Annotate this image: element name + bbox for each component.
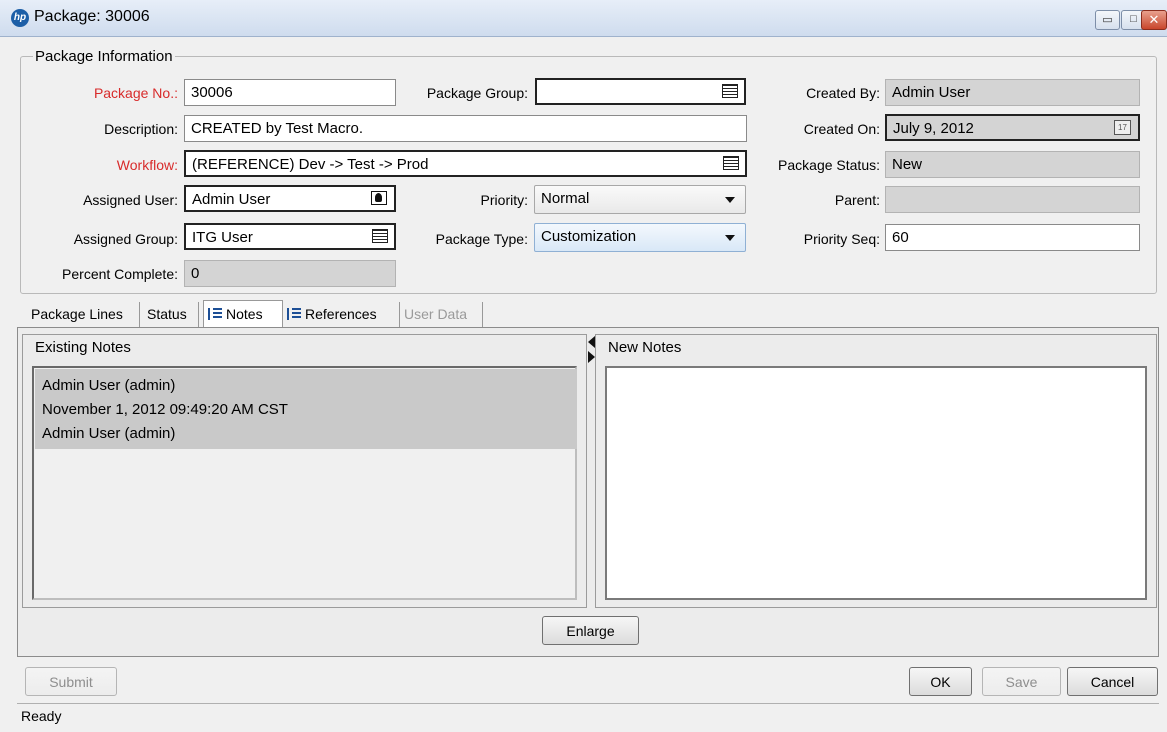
- package-status-field: New: [885, 151, 1140, 178]
- notes-icon: [208, 308, 222, 320]
- minimize-icon: ▭: [1102, 14, 1113, 26]
- note-timestamp: November 1, 2012 09:49:20 AM CST: [42, 401, 288, 418]
- tab-package-lines[interactable]: Package Lines: [31, 302, 140, 328]
- description-field[interactable]: CREATED by Test Macro.: [184, 115, 747, 142]
- note-entry[interactable]: Admin User (admin) November 1, 2012 09:4…: [35, 369, 577, 449]
- close-icon: ✕: [1148, 12, 1160, 27]
- note-body: Admin User (admin): [42, 425, 176, 442]
- note-author: Admin User (admin): [42, 377, 176, 394]
- parent-field: [885, 186, 1140, 213]
- description-label: Description:: [104, 121, 178, 137]
- new-notes-pane: New Notes: [595, 334, 1157, 608]
- new-notes-textarea[interactable]: [605, 366, 1147, 600]
- created-by-field: Admin User: [885, 79, 1140, 106]
- collapse-right-icon[interactable]: [588, 351, 595, 363]
- ok-button[interactable]: OK: [909, 667, 972, 696]
- priority-label: Priority:: [480, 192, 528, 208]
- tab-user-data: User Data: [404, 302, 483, 328]
- assigned-user-field[interactable]: Admin User: [184, 185, 396, 212]
- created-by-label: Created By:: [806, 85, 880, 101]
- parent-label: Parent:: [834, 192, 880, 208]
- package-window: hp Package: 30006 ▭ □ ✕ Package Informat…: [0, 0, 1167, 732]
- created-on-value: July 9, 2012: [893, 120, 974, 137]
- workflow-label: Workflow:: [116, 157, 178, 173]
- package-status-label: Package Status:: [778, 157, 880, 173]
- priority-seq-field[interactable]: 60: [885, 224, 1140, 251]
- tab-references[interactable]: References: [287, 302, 400, 328]
- existing-notes-title: Existing Notes: [35, 339, 131, 356]
- priority-seq-label: Priority Seq:: [803, 231, 880, 247]
- references-icon: [287, 308, 301, 320]
- workflow-value: (REFERENCE) Dev -> Test -> Prod: [192, 156, 429, 173]
- save-button[interactable]: Save: [982, 667, 1061, 696]
- package-group-field[interactable]: [535, 78, 746, 105]
- created-on-field: July 9, 2012 17: [885, 114, 1140, 141]
- calendar-icon[interactable]: 17: [1114, 120, 1131, 135]
- chevron-down-icon: [725, 197, 735, 203]
- tab-notes[interactable]: Notes: [203, 300, 283, 330]
- assigned-group-label: Assigned Group:: [73, 231, 178, 247]
- enlarge-button[interactable]: Enlarge: [542, 616, 639, 645]
- workflow-field[interactable]: (REFERENCE) Dev -> Test -> Prod: [184, 150, 747, 177]
- status-separator: [17, 703, 1159, 704]
- user-picker-icon[interactable]: [371, 191, 387, 205]
- tab-notes-label: Notes: [226, 306, 263, 322]
- package-no-field[interactable]: 30006: [184, 79, 396, 106]
- chevron-down-icon: [725, 235, 735, 241]
- priority-select[interactable]: Normal: [534, 185, 746, 214]
- collapse-left-icon[interactable]: [588, 336, 595, 348]
- package-no-label: Package No.:: [93, 85, 178, 101]
- submit-button[interactable]: Submit: [25, 667, 117, 696]
- created-on-label: Created On:: [803, 121, 880, 137]
- app-logo-icon: hp: [11, 9, 29, 27]
- assigned-user-value: Admin User: [192, 191, 271, 208]
- window-title: Package: 30006: [34, 8, 150, 25]
- title-bar: hp Package: 30006 ▭ □ ✕: [0, 0, 1167, 37]
- status-text: Ready: [21, 708, 62, 724]
- new-notes-title: New Notes: [608, 339, 682, 356]
- package-group-label: Package Group:: [426, 85, 528, 101]
- existing-notes-pane: Existing Notes Admin User (admin) Novemb…: [22, 334, 587, 608]
- cancel-button[interactable]: Cancel: [1067, 667, 1158, 696]
- package-type-select[interactable]: Customization: [534, 223, 746, 252]
- package-type-label: Package Type:: [435, 231, 528, 247]
- existing-notes-list[interactable]: Admin User (admin) November 1, 2012 09:4…: [32, 366, 577, 600]
- minimize-button[interactable]: ▭: [1095, 10, 1120, 30]
- assigned-user-label: Assigned User:: [83, 192, 178, 208]
- list-picker-icon[interactable]: [723, 156, 739, 170]
- close-button[interactable]: ✕: [1141, 10, 1167, 30]
- percent-complete-label: Percent Complete:: [62, 266, 178, 282]
- percent-complete-field: 0: [184, 260, 396, 287]
- tab-status[interactable]: Status: [147, 302, 199, 328]
- assigned-group-field[interactable]: ITG User: [184, 223, 396, 250]
- assigned-group-value: ITG User: [192, 229, 253, 246]
- group-legend: Package Information: [33, 48, 175, 65]
- list-picker-icon[interactable]: [722, 84, 738, 98]
- list-picker-icon[interactable]: [372, 229, 388, 243]
- package-type-value: Customization: [541, 228, 637, 245]
- priority-value: Normal: [541, 190, 590, 207]
- tab-references-label: References: [305, 306, 377, 322]
